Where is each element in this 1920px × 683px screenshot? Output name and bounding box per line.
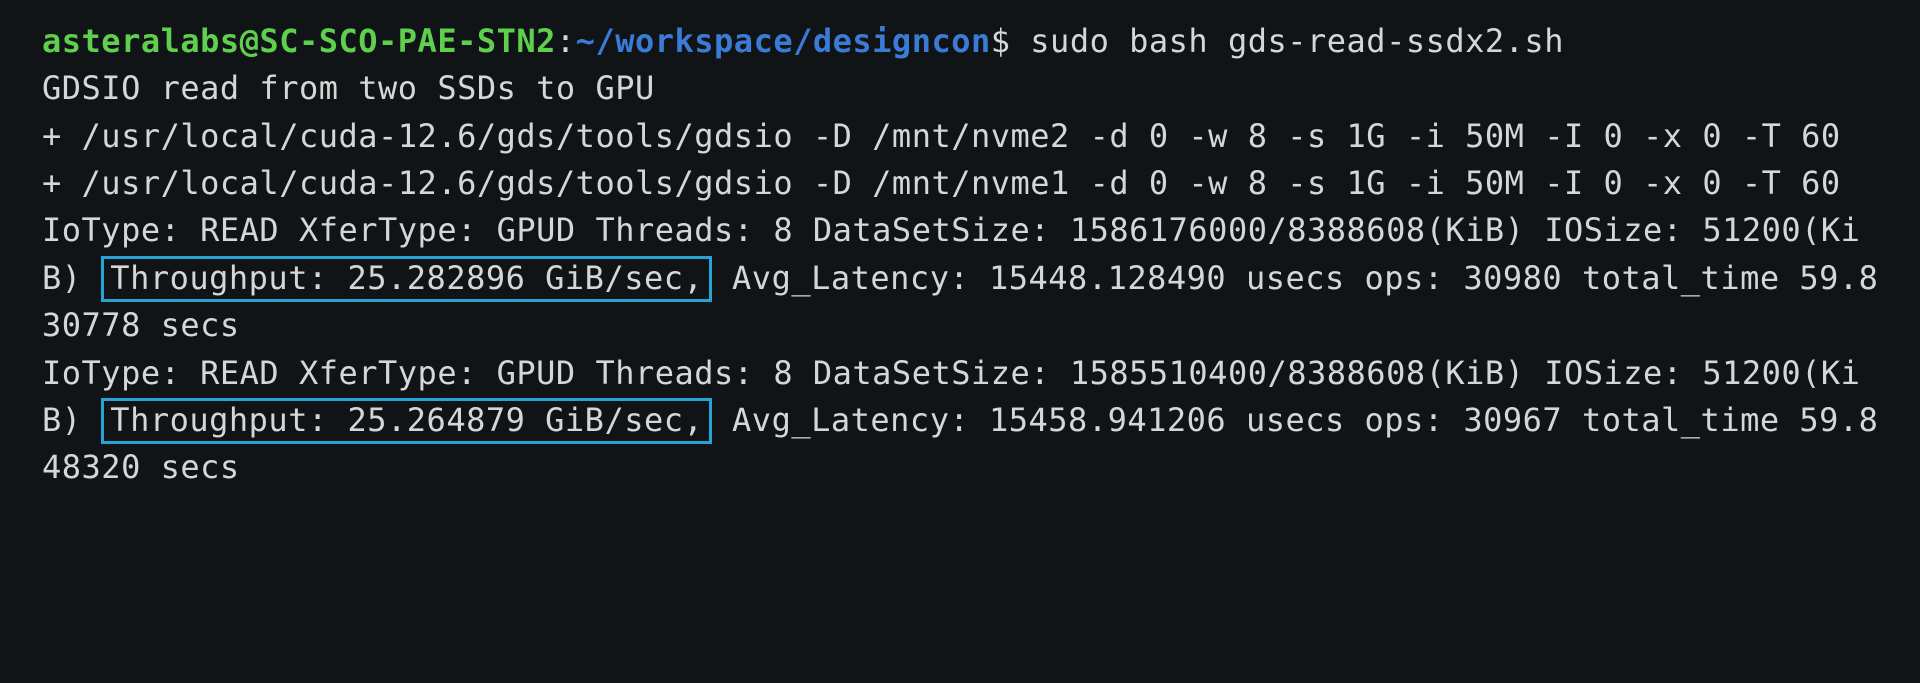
prompt-command: sudo bash gds-read-ssdx2.sh	[1011, 22, 1564, 60]
throughput-highlight-1: Throughput: 25.282896 GiB/sec,	[101, 256, 712, 302]
prompt-user: asteralabs	[42, 22, 240, 60]
prompt-colon: :	[556, 22, 576, 60]
prompt-at: @	[240, 22, 260, 60]
prompt-host: SC-SCO-PAE-STN2	[259, 22, 555, 60]
prompt-dollar: $	[991, 22, 1011, 60]
output-line: GDSIO read from two SSDs to GPU	[42, 69, 655, 107]
output-line: + /usr/local/cuda-12.6/gds/tools/gdsio -…	[42, 164, 1841, 202]
output-line: + /usr/local/cuda-12.6/gds/tools/gdsio -…	[42, 117, 1841, 155]
terminal-output: asteralabs@SC-SCO-PAE-STN2:~/workspace/d…	[0, 0, 1920, 510]
throughput-highlight-2: Throughput: 25.264879 GiB/sec,	[101, 398, 712, 444]
prompt-path: ~/workspace/designcon	[576, 22, 991, 60]
